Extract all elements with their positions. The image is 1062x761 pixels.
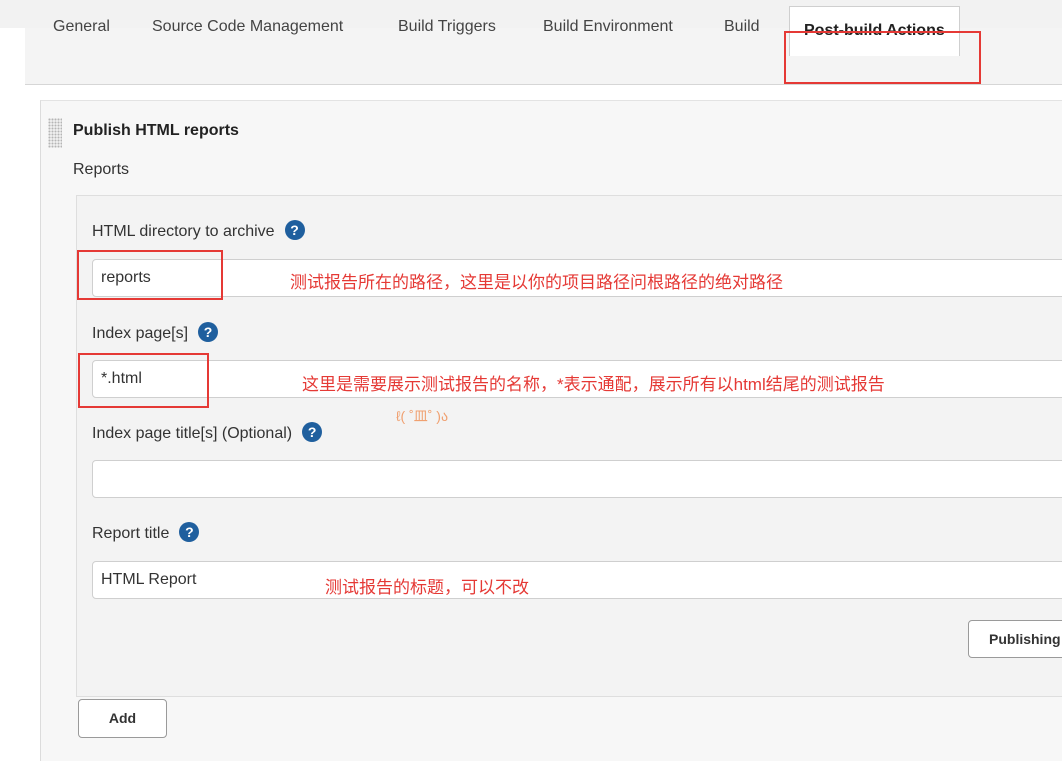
report-title-label: Report title? — [92, 522, 200, 543]
annotation-index: 这里是需要展示测试报告的名称，*表示通配，展示所有以html结尾的测试报告 — [302, 375, 885, 394]
help-icon[interactable]: ? — [198, 322, 219, 342]
tab-build-environment[interactable]: Build Environment — [543, 18, 673, 36]
help-icon[interactable]: ? — [179, 522, 200, 542]
index-titles-label: Index page title[s] (Optional)? — [92, 422, 323, 443]
left-margin — [0, 28, 25, 760]
highlight-box-index — [78, 353, 209, 408]
tab-build[interactable]: Build — [724, 18, 760, 36]
tab-general[interactable]: General — [53, 18, 110, 36]
add-button[interactable]: Add — [78, 699, 167, 738]
annotation-directory: 测试报告所在的路径，这里是以你的项目路径问根路径的绝对路径 — [290, 273, 783, 292]
help-icon[interactable]: ? — [284, 220, 305, 240]
publishing-options-button[interactable]: Publishing — [968, 620, 1062, 658]
index-titles-input[interactable] — [92, 460, 1062, 498]
report-title-input[interactable]: HTML Report — [92, 561, 1062, 599]
annotation-title: 测试报告的标题，可以不改 — [325, 578, 529, 597]
reports-label: Reports — [73, 161, 130, 178]
section-title: Publish HTML reports — [73, 122, 239, 139]
tab-build-triggers[interactable]: Build Triggers — [398, 18, 496, 36]
tab-source-code-management[interactable]: Source Code Management — [152, 18, 343, 36]
highlight-box-tab — [784, 31, 981, 84]
help-icon[interactable]: ? — [302, 422, 323, 442]
emoticon: ℓ( ˚皿˚ )ა — [396, 408, 449, 424]
index-pages-label: Index page[s]? — [92, 322, 219, 343]
highlight-box-directory — [77, 250, 223, 300]
html-directory-label: HTML directory to archive? — [92, 220, 305, 241]
drag-handle-icon[interactable] — [48, 118, 62, 148]
